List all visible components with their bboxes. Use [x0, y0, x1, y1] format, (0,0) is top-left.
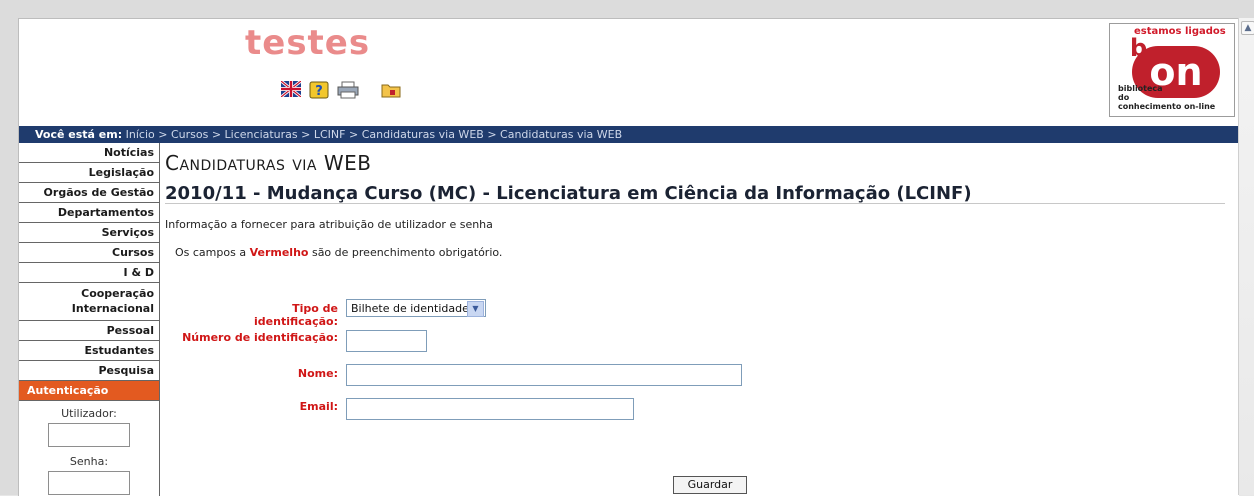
- name-input[interactable]: [346, 364, 742, 386]
- breadcrumb-label: Você está em:: [35, 128, 123, 141]
- sidebar-item-pessoal[interactable]: Pessoal: [19, 321, 159, 341]
- logo-caption: biblioteca do conhecimento on-line: [1118, 84, 1216, 111]
- breadcrumb-item-licenciaturas[interactable]: Licenciaturas: [225, 128, 298, 141]
- main-content: Candidaturas via WEB 2010/11 - Mudança C…: [165, 143, 1239, 496]
- info-text: Informação a fornecer para atribuição de…: [165, 218, 493, 231]
- username-label: Utilizador:: [61, 407, 117, 420]
- id-type-label: Tipo de identificação:: [254, 302, 338, 328]
- chevron-down-icon[interactable]: ▼: [467, 301, 484, 317]
- sidebar-item-orgaos-de-gestao[interactable]: Orgãos de Gestão: [19, 183, 159, 203]
- print-icon[interactable]: [337, 81, 359, 99]
- breadcrumb-item-current: Candidaturas via WEB: [500, 128, 623, 141]
- login-panel: Utilizador: Senha:: [19, 401, 159, 496]
- name-label: Nome:: [297, 367, 338, 380]
- sidebar-item-legislacao[interactable]: Legislação: [19, 163, 159, 183]
- site-header: testes ? estamos ligados b on biblioteca…: [19, 19, 1239, 126]
- breadcrumb-item-cursos[interactable]: Cursos: [171, 128, 208, 141]
- page-title: Candidaturas via WEB: [165, 151, 372, 175]
- id-type-select[interactable]: Bilhete de identidade ▼: [346, 299, 486, 317]
- required-note: Os campos a Vermelho são de preenchiment…: [175, 246, 503, 259]
- vertical-scrollbar[interactable]: ▲: [1238, 18, 1254, 495]
- sidebar-item-noticias[interactable]: Notícias: [19, 143, 159, 163]
- id-type-selected-value: Bilhete de identidade: [351, 302, 469, 315]
- uk-flag-icon[interactable]: [280, 79, 302, 99]
- page-subtitle: 2010/11 - Mudança Curso (MC) - Licenciat…: [165, 183, 972, 204]
- page-window: testes ? estamos ligados b on biblioteca…: [18, 18, 1239, 496]
- sidebar-item-cooperacao[interactable]: Cooperação Internacional: [19, 283, 159, 321]
- sidebar-item-cursos[interactable]: Cursos: [19, 243, 159, 263]
- breadcrumb-item-lcinf[interactable]: LCINF: [314, 128, 346, 141]
- help-icon[interactable]: ?: [309, 81, 329, 99]
- breadcrumb-item-candidaturas[interactable]: Candidaturas via WEB: [362, 128, 484, 141]
- sidebar-item-autenticacao[interactable]: Autenticação: [19, 381, 159, 401]
- folder-icon[interactable]: [381, 81, 401, 99]
- sidebar: Notícias Legislação Orgãos de Gestão Dep…: [19, 143, 160, 496]
- password-input[interactable]: [48, 471, 130, 495]
- breadcrumb: Você está em: Início > Cursos > Licencia…: [19, 126, 1239, 143]
- sidebar-item-servicos[interactable]: Serviços: [19, 223, 159, 243]
- sidebar-item-i-d[interactable]: I & D: [19, 263, 159, 283]
- required-highlight: Vermelho: [249, 246, 309, 259]
- scroll-up-icon[interactable]: ▲: [1241, 21, 1254, 35]
- header-icons: ?: [280, 79, 401, 99]
- logo-tagline: estamos ligados: [1134, 26, 1226, 37]
- breadcrumb-item-inicio[interactable]: Início: [126, 128, 155, 141]
- site-title: testes: [245, 23, 371, 63]
- sidebar-item-pesquisa[interactable]: Pesquisa: [19, 361, 159, 381]
- sidebar-item-estudantes[interactable]: Estudantes: [19, 341, 159, 361]
- id-number-label: Número de identificação:: [182, 331, 338, 344]
- svg-text:?: ?: [315, 84, 323, 99]
- biblioteca-on-logo[interactable]: estamos ligados b on biblioteca do conhe…: [1109, 23, 1235, 117]
- sidebar-item-departamentos[interactable]: Departamentos: [19, 203, 159, 223]
- id-number-input[interactable]: [346, 330, 427, 352]
- email-label: Email:: [299, 400, 338, 413]
- save-button[interactable]: Guardar: [673, 476, 747, 494]
- password-label: Senha:: [69, 455, 109, 468]
- divider: [165, 203, 1225, 204]
- email-input[interactable]: [346, 398, 634, 420]
- username-input[interactable]: [48, 423, 130, 447]
